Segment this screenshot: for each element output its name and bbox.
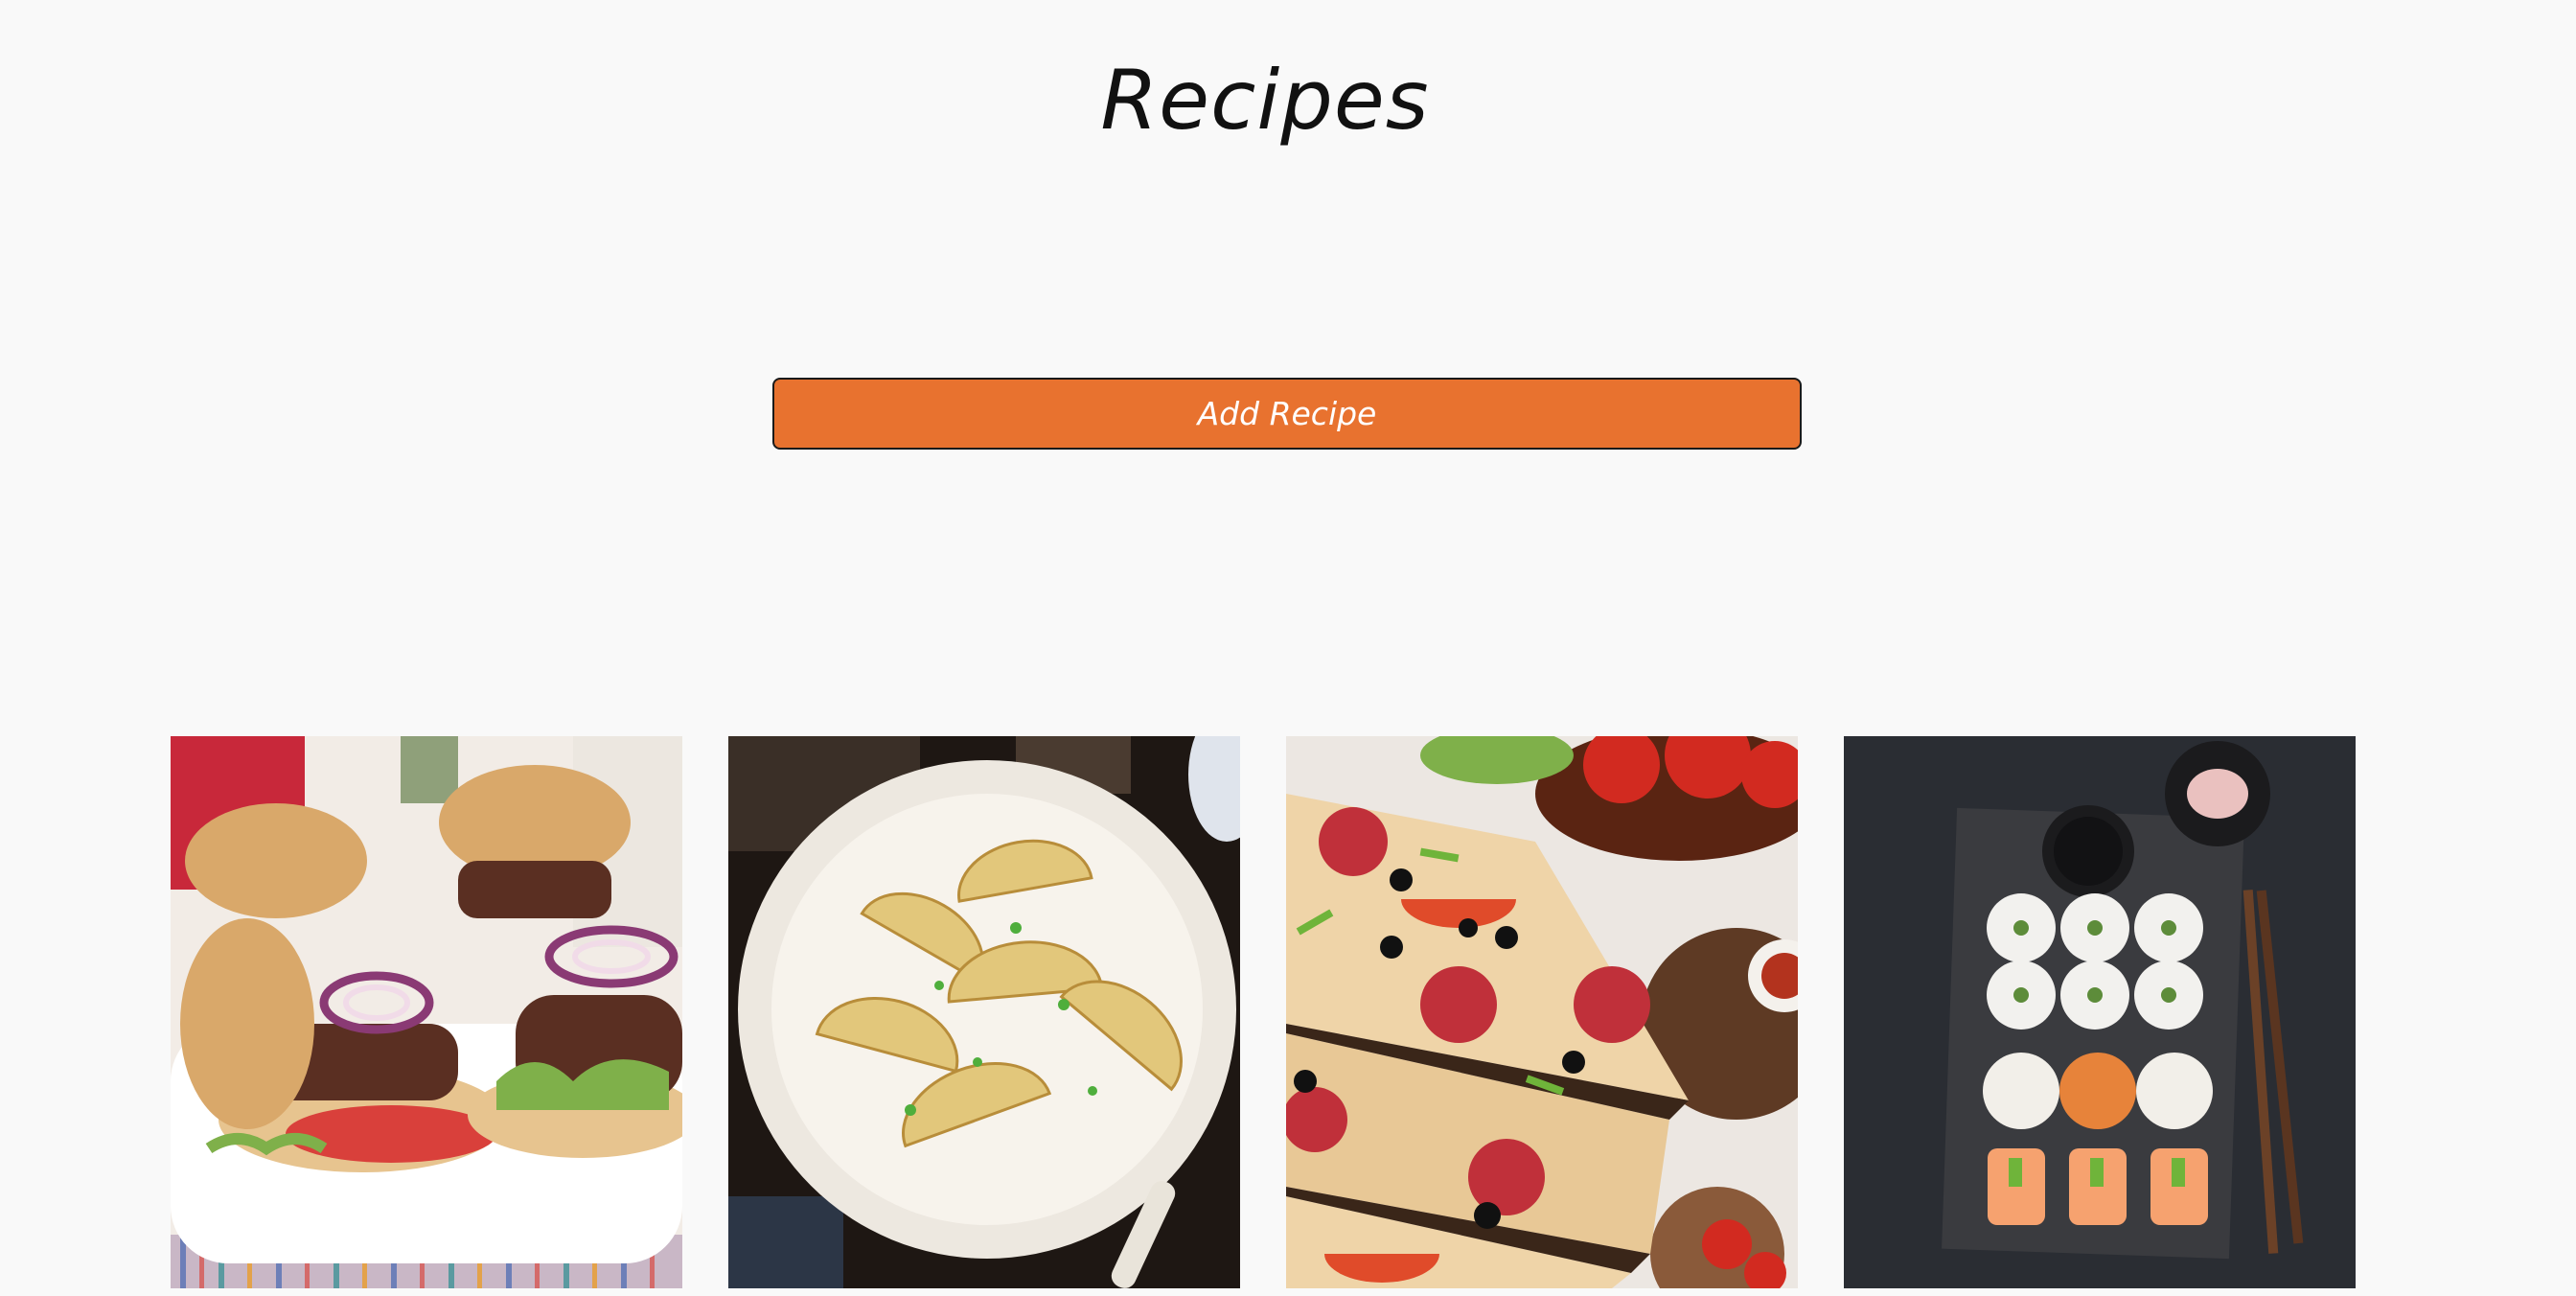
recipe-name [171, 1281, 682, 1296]
add-recipe-button[interactable]: Add Recipe [772, 378, 1802, 450]
dumplings-image [728, 736, 1240, 1288]
page-title: Recipes [1100, 53, 1430, 149]
recipe-name [1286, 1281, 1798, 1296]
recipe-card[interactable] [1844, 736, 2356, 1296]
recipe-card[interactable] [1286, 736, 1798, 1296]
recipe-name [728, 1281, 1240, 1296]
recipe-grid [171, 736, 2361, 1296]
pizza-image [1286, 736, 1798, 1288]
sushi-image [1844, 736, 2356, 1288]
recipe-name [1844, 1281, 2356, 1296]
recipe-card[interactable] [728, 736, 1240, 1296]
recipes-page: Recipes Add Recipe [0, 0, 2576, 1296]
recipe-card[interactable] [171, 736, 682, 1296]
burger-image [171, 736, 682, 1288]
